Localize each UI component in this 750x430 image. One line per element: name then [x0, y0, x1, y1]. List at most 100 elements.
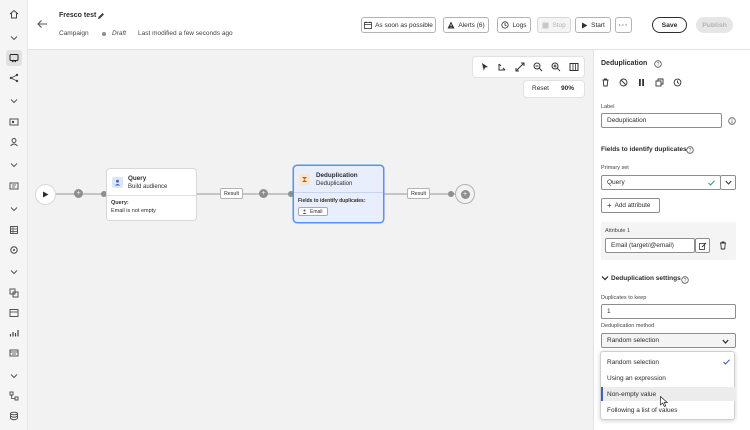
- settings-icon[interactable]: [6, 242, 22, 258]
- templates-icon[interactable]: [6, 305, 22, 321]
- workflow-canvas[interactable]: Reset 90% + Query Build audience Query: …: [28, 50, 593, 430]
- alerts-button[interactable]: Alerts (6): [443, 17, 489, 33]
- dedup-method-select[interactable]: Random selection: [601, 333, 736, 348]
- edit-icon: [698, 242, 706, 250]
- home-icon[interactable]: [6, 6, 22, 22]
- node-detail-label: Query:: [111, 200, 129, 206]
- attribute-card: Attribute 1 Email (target/@email): [601, 222, 736, 260]
- left-nav-rail: [0, 0, 28, 430]
- primary-set-caption: Primary set: [601, 165, 629, 171]
- chevron-down-icon[interactable]: [9, 204, 19, 214]
- checkmark-icon: [708, 180, 715, 186]
- add-activity-button[interactable]: +: [74, 189, 83, 198]
- status-badge: Draft: [112, 30, 127, 37]
- dedup-method-value: Random selection: [607, 337, 660, 344]
- start-button[interactable]: Start: [575, 17, 611, 33]
- help-icon[interactable]: ?: [681, 276, 689, 284]
- collapse-chevron-icon[interactable]: [601, 275, 609, 281]
- edit-attribute-button[interactable]: [695, 238, 710, 253]
- campaign-title: Fresco test: [59, 12, 97, 19]
- query-activity-node[interactable]: Query Build audience Query: Email is not…: [107, 169, 196, 220]
- dedup-method-menu: Random selection Using an expression Non…: [600, 351, 736, 420]
- menu-item-non-empty-value[interactable]: Non-empty value: [601, 387, 736, 401]
- field-chip: Email: [298, 207, 328, 216]
- label-input[interactable]: Deduplication: [601, 113, 722, 128]
- play-icon: [43, 191, 49, 198]
- menu-item-list-of-values[interactable]: Following a list of values: [601, 403, 736, 417]
- chevron-down-icon[interactable]: [9, 160, 19, 170]
- duplicates-to-keep-input[interactable]: 1: [601, 304, 736, 319]
- help-icon[interactable]: ?: [654, 60, 662, 68]
- history-icon[interactable]: [673, 78, 682, 87]
- start-node[interactable]: [36, 185, 55, 204]
- primary-set-dropdown-button[interactable]: [720, 175, 736, 190]
- connector-lines: [54, 193, 455, 195]
- attribute-input[interactable]: Email (target/@email): [605, 238, 695, 253]
- attribute-caption: Attribute 1: [605, 228, 631, 234]
- alerts-label: Alerts (6): [458, 21, 485, 29]
- library-icon[interactable]: [6, 345, 22, 361]
- query-icon: [112, 177, 123, 188]
- mouse-cursor-icon: [660, 396, 668, 407]
- add-activity-button[interactable]: +: [259, 189, 268, 198]
- disable-icon[interactable]: [619, 78, 628, 87]
- node-divider: [107, 195, 196, 196]
- calendar-icon: [364, 21, 372, 29]
- menu-item-random-selection[interactable]: Random selection: [601, 355, 736, 369]
- panel-title: Deduplication: [601, 60, 648, 67]
- delete-icon[interactable]: [601, 78, 610, 87]
- audiences-icon[interactable]: [6, 114, 22, 130]
- pause-icon[interactable]: [637, 78, 646, 87]
- content-icon[interactable]: [6, 178, 22, 194]
- more-actions-button[interactable]: ···: [615, 17, 632, 33]
- transition-label[interactable]: Result: [407, 188, 430, 199]
- last-modified-text: Last modified a few seconds ago: [138, 30, 233, 37]
- logs-button[interactable]: Logs: [497, 17, 531, 33]
- workflows-icon[interactable]: [6, 388, 22, 404]
- database-icon[interactable]: [6, 408, 22, 424]
- schedule-button[interactable]: As soon as possible: [361, 17, 436, 33]
- settings-section-title[interactable]: Deduplication settings: [611, 275, 681, 282]
- chevron-down-icon[interactable]: [9, 267, 19, 277]
- breadcrumb[interactable]: Campaign: [59, 30, 89, 37]
- history-icon: [501, 21, 510, 29]
- transition-label[interactable]: Result: [220, 188, 243, 199]
- chevron-down-icon[interactable]: [9, 371, 19, 381]
- delete-attribute-icon[interactable]: [719, 241, 727, 250]
- info-icon[interactable]: [728, 117, 736, 125]
- schedule-label: As soon as possible: [375, 21, 433, 29]
- add-activity-button[interactable]: +: [460, 189, 470, 199]
- add-attribute-label: Add attribute: [614, 202, 651, 209]
- primary-set-value: Query: [607, 179, 625, 186]
- person-icon: [302, 209, 307, 214]
- chevron-down-icon: [722, 339, 729, 344]
- save-button[interactable]: Save: [652, 17, 687, 33]
- menu-item-using-expression[interactable]: Using an expression: [601, 371, 736, 385]
- chevron-down-icon[interactable]: [9, 96, 19, 106]
- journeys-icon[interactable]: [6, 70, 22, 86]
- profiles-icon[interactable]: [6, 134, 22, 150]
- node-title: Deduplication: [316, 172, 358, 179]
- chevron-down-icon[interactable]: [9, 33, 19, 43]
- node-title: Query: [128, 175, 147, 182]
- primary-set-select[interactable]: Query: [601, 175, 721, 190]
- deduplication-activity-node[interactable]: Deduplication Deduplication Fields to id…: [294, 166, 383, 222]
- edit-pencil-icon[interactable]: [97, 12, 105, 20]
- data-table-icon[interactable]: [6, 222, 22, 238]
- add-attribute-button[interactable]: + Add attribute: [601, 198, 660, 213]
- stop-button[interactable]: Stop: [537, 17, 571, 33]
- back-arrow-icon[interactable]: [36, 19, 48, 29]
- stop-label: Stop: [552, 21, 566, 29]
- node-divider: [294, 192, 383, 193]
- assets-icon[interactable]: [6, 285, 22, 301]
- logs-label: Logs: [512, 21, 527, 29]
- copy-icon[interactable]: [655, 78, 664, 87]
- help-icon[interactable]: ?: [686, 146, 694, 154]
- end-node[interactable]: +: [455, 184, 475, 204]
- publish-button[interactable]: Publish: [696, 17, 733, 33]
- checkmark-icon: [723, 359, 730, 365]
- start-label: Start: [591, 21, 605, 29]
- connector-dot: [448, 191, 454, 197]
- reports-icon[interactable]: [6, 325, 22, 341]
- campaigns-icon[interactable]: [6, 50, 22, 66]
